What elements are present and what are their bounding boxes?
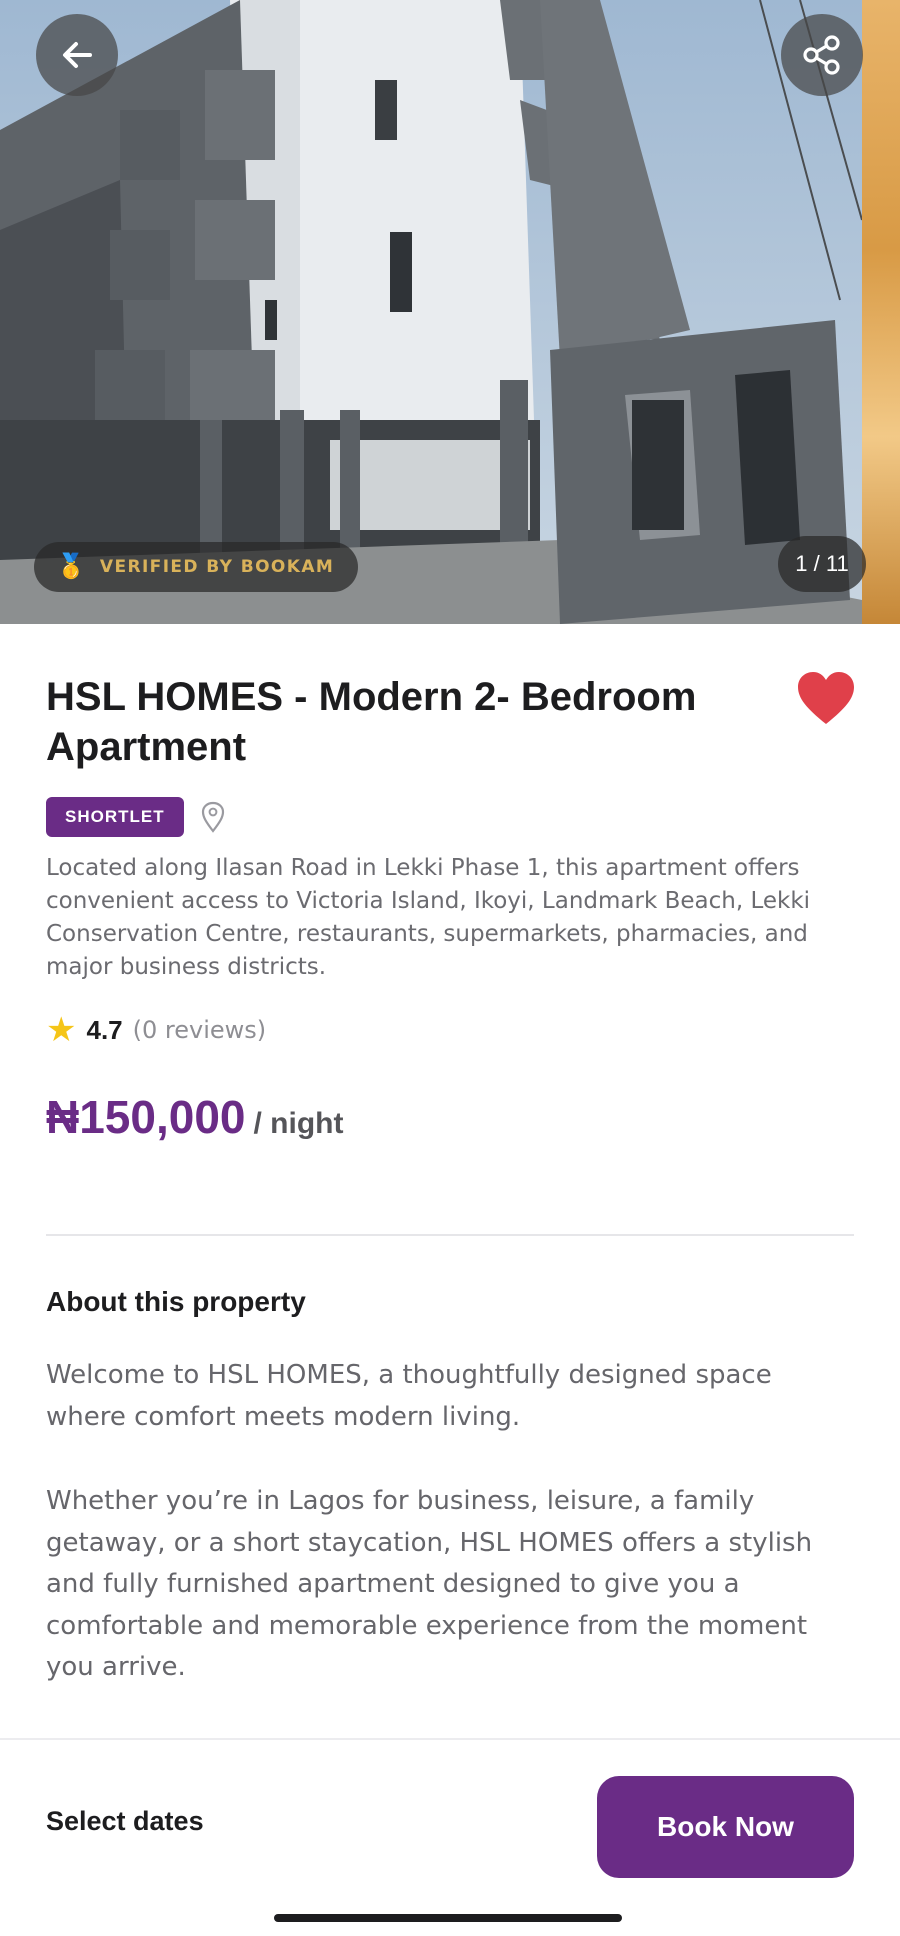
property-photo[interactable] bbox=[0, 0, 862, 624]
booking-bar: Select dates Book Now bbox=[0, 1738, 900, 1936]
arrow-left-icon bbox=[63, 42, 92, 68]
rating-row: ★ 4.7 (0 reviews) bbox=[46, 1010, 266, 1050]
share-button[interactable] bbox=[781, 14, 863, 96]
photo-counter: 1 / 11 bbox=[778, 536, 866, 592]
category-badge: SHORTLET bbox=[46, 797, 184, 837]
price-row: ₦150,000 / night bbox=[46, 1090, 343, 1144]
next-photo-peek[interactable] bbox=[862, 0, 900, 624]
favorite-heart-icon[interactable] bbox=[796, 670, 856, 726]
verified-label: VERIFIED BY BOOKAM bbox=[99, 557, 335, 577]
about-paragraph-2: Whether you’re in Lagos for business, le… bbox=[46, 1486, 813, 1682]
medal-icon: 🥇 bbox=[56, 553, 86, 580]
select-dates-link[interactable]: Select dates bbox=[46, 1806, 204, 1837]
price-amount: ₦150,000 bbox=[46, 1091, 246, 1143]
book-now-button[interactable]: Book Now bbox=[597, 1776, 854, 1878]
back-button[interactable] bbox=[36, 14, 118, 96]
about-paragraph-1: Welcome to HSL HOMES, a thoughtfully des… bbox=[46, 1360, 772, 1432]
about-title: About this property bbox=[46, 1286, 306, 1317]
listing-title: HSL HOMES - Modern 2- Bedroom Apartment bbox=[46, 675, 697, 769]
review-count[interactable]: (0 reviews) bbox=[133, 1016, 267, 1044]
home-indicator[interactable] bbox=[274, 1914, 622, 1922]
price-unit: / night bbox=[253, 1107, 344, 1140]
photo-gallery[interactable]: 🥇 VERIFIED BY BOOKAM 1 / 11 bbox=[0, 0, 900, 624]
listing-description: Located along Ilasan Road in Lekki Phase… bbox=[46, 855, 811, 980]
location-pin-icon[interactable] bbox=[200, 801, 226, 833]
rating-score: 4.7 bbox=[86, 1014, 123, 1045]
listing-tags: SHORTLET bbox=[46, 797, 226, 837]
verified-badge: 🥇 VERIFIED BY BOOKAM bbox=[34, 542, 359, 592]
share-icon bbox=[803, 35, 840, 75]
star-icon: ★ bbox=[46, 1011, 77, 1049]
section-divider bbox=[46, 1234, 854, 1236]
